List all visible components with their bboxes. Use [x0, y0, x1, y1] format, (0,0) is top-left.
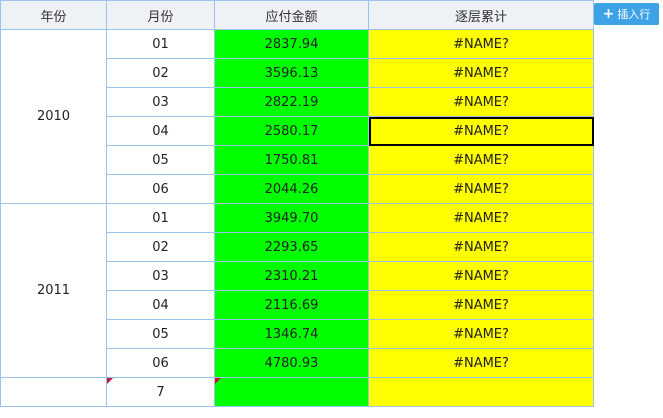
cumulative-cell[interactable]: #NAME? [369, 204, 594, 233]
cumulative-cell[interactable]: #NAME? [369, 30, 594, 59]
cumulative-cell[interactable]: #NAME? [369, 59, 594, 88]
insert-row-label: 插入行 [617, 8, 651, 21]
month-cell[interactable]: 01 [107, 30, 215, 59]
cumulative-cell[interactable]: #NAME? [369, 262, 594, 291]
new-row-month-cell[interactable]: 7 [107, 378, 215, 407]
cumulative-cell[interactable]: #NAME? [369, 175, 594, 204]
month-cell[interactable]: 05 [107, 146, 215, 175]
amount-cell[interactable]: 2044.26 [215, 175, 369, 204]
amount-cell[interactable]: 1750.81 [215, 146, 369, 175]
amount-cell[interactable]: 2116.69 [215, 291, 369, 320]
month-cell[interactable]: 04 [107, 291, 215, 320]
cumulative-cell[interactable]: #NAME? [369, 349, 594, 378]
amount-cell[interactable]: 3949.70 [215, 204, 369, 233]
amount-cell[interactable]: 3596.13 [215, 59, 369, 88]
cumulative-cell[interactable]: #NAME? [369, 117, 594, 146]
month-cell[interactable]: 03 [107, 262, 215, 291]
month-cell[interactable]: 02 [107, 59, 215, 88]
month-cell[interactable]: 06 [107, 349, 215, 378]
column-header-year[interactable]: 年份 [0, 0, 107, 30]
plus-icon: + [602, 6, 615, 22]
comment-marker-icon [215, 378, 221, 384]
cumulative-cell[interactable]: #NAME? [369, 146, 594, 175]
year-cell[interactable]: 2010 [0, 30, 107, 204]
new-row-amount-cell[interactable] [215, 378, 369, 407]
month-cell[interactable]: 02 [107, 233, 215, 262]
amount-cell[interactable]: 2822.19 [215, 88, 369, 117]
cumulative-cell[interactable]: #NAME? [369, 320, 594, 349]
amount-cell[interactable]: 4780.93 [215, 349, 369, 378]
amount-cell[interactable]: 2293.65 [215, 233, 369, 262]
cumulative-cell[interactable]: #NAME? [369, 233, 594, 262]
column-header-cumulative[interactable]: 逐层累计 [369, 0, 594, 30]
column-header-month[interactable]: 月份 [107, 0, 215, 30]
amount-cell[interactable]: 2310.21 [215, 262, 369, 291]
cumulative-cell[interactable]: #NAME? [369, 291, 594, 320]
amount-cell[interactable]: 1346.74 [215, 320, 369, 349]
new-row-year-cell[interactable] [0, 378, 107, 407]
month-cell[interactable]: 06 [107, 175, 215, 204]
month-cell[interactable]: 03 [107, 88, 215, 117]
month-cell[interactable]: 01 [107, 204, 215, 233]
amount-cell[interactable]: 2580.17 [215, 117, 369, 146]
comment-marker-icon [107, 378, 113, 384]
month-cell[interactable]: 04 [107, 117, 215, 146]
column-header-amount[interactable]: 应付金额 [215, 0, 369, 30]
insert-row-button[interactable]: + 插入行 [594, 3, 659, 25]
cumulative-cell[interactable]: #NAME? [369, 88, 594, 117]
new-row-cumulative-cell[interactable] [369, 378, 594, 407]
month-cell[interactable]: 05 [107, 320, 215, 349]
year-cell[interactable]: 2011 [0, 204, 107, 378]
amount-cell[interactable]: 2837.94 [215, 30, 369, 59]
